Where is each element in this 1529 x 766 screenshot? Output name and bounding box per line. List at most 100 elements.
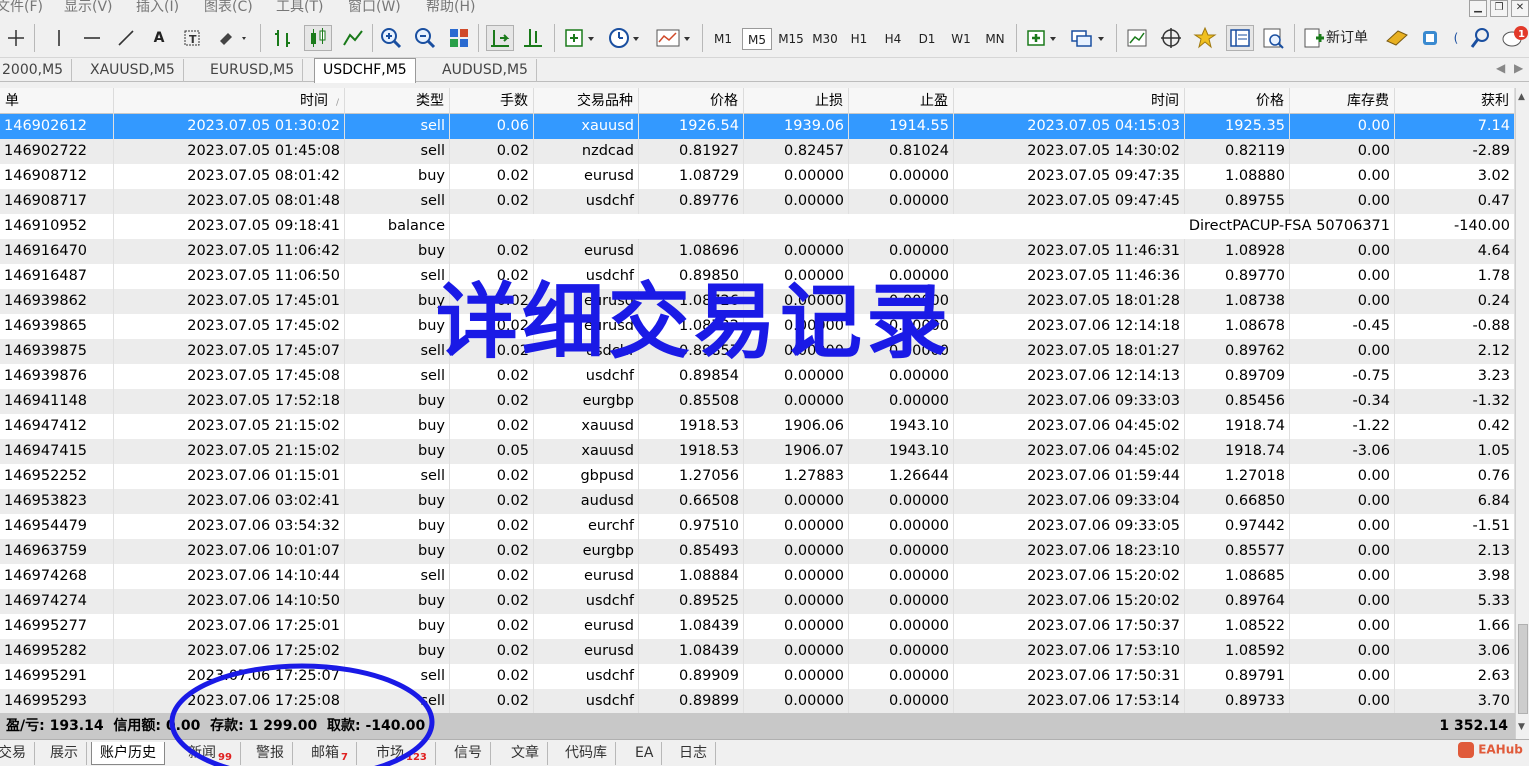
menu-charts[interactable]: 图表(C) <box>204 0 253 16</box>
timeframe-mn[interactable]: MN <box>980 28 1010 50</box>
table-row[interactable]: 146995293 2023.07.06 17:25:08 sell 0.02 usdc… <box>0 689 1515 714</box>
timeframe-m1[interactable]: M1 <box>708 28 738 50</box>
menu-tools[interactable]: 工具(T) <box>276 0 323 16</box>
bottom-tab[interactable]: 邮箱 7 <box>303 742 357 765</box>
timeframe-d1[interactable]: D1 <box>912 28 942 50</box>
scroll-thumb[interactable] <box>1518 624 1528 714</box>
scroll-up-icon[interactable]: ▲ <box>1518 92 1525 102</box>
col-tp[interactable]: 止盈 <box>849 88 954 114</box>
timeframe-m15[interactable]: M15 <box>776 28 806 50</box>
chart-tab[interactable]: XAUUSD,M5 <box>82 59 184 82</box>
bottom-tab[interactable]: 交易 <box>0 742 35 765</box>
col-open-price[interactable]: 价格 <box>639 88 744 114</box>
new-chart-icon[interactable] <box>1024 25 1060 51</box>
menu-view[interactable]: 显示(V) <box>64 0 113 16</box>
col-profit[interactable]: 获利 <box>1395 88 1515 114</box>
candlestick-icon[interactable] <box>304 25 332 51</box>
timeframe-h4[interactable]: H4 <box>878 28 908 50</box>
menu-insert[interactable]: 插入(I) <box>136 0 179 16</box>
col-symbol[interactable]: 交易品种 <box>534 88 639 114</box>
chat-icon[interactable]: 1 <box>1500 25 1529 51</box>
bottom-tab[interactable]: 市场 123 <box>368 742 436 765</box>
scroll-down-icon[interactable]: ▼ <box>1518 722 1525 732</box>
bottom-tab[interactable]: 新闻 99 <box>180 742 241 765</box>
text-tool-icon[interactable]: A <box>148 25 170 51</box>
strategy-tester-icon[interactable] <box>1260 25 1286 51</box>
bottom-tab[interactable]: 警报 <box>248 742 293 765</box>
table-row[interactable]: 146910952 2023.07.05 09:18:41 balance Direc… <box>0 214 1515 239</box>
table-row[interactable]: 146916470 2023.07.05 11:06:42 buy 0.02 eurus… <box>0 239 1515 264</box>
bottom-tab[interactable]: 文章 <box>503 742 548 765</box>
periods-dropdown-icon[interactable] <box>606 25 642 51</box>
table-row[interactable]: 146947415 2023.07.05 21:15:02 buy 0.05 xauus… <box>0 439 1515 464</box>
bottom-tab[interactable]: 账户历史 <box>91 742 165 765</box>
table-row[interactable]: 146995291 2023.07.06 17:25:07 sell 0.02 usdc… <box>0 664 1515 689</box>
indicators-dropdown-icon[interactable] <box>562 25 598 51</box>
trendline-icon[interactable] <box>114 25 138 51</box>
col-order[interactable]: 单 <box>0 88 114 114</box>
menu-help[interactable]: 帮助(H) <box>426 0 475 16</box>
table-row[interactable]: 146953823 2023.07.06 03:02:41 buy 0.02 audus… <box>0 489 1515 514</box>
col-open-time[interactable]: 时间 / <box>114 88 345 114</box>
col-type[interactable]: 类型 <box>345 88 450 114</box>
table-row[interactable]: 146902722 2023.07.05 01:45:08 sell 0.02 nzdc… <box>0 139 1515 164</box>
bottom-tab[interactable]: 日志 <box>671 742 716 765</box>
table-row[interactable]: 146954479 2023.07.06 03:54:32 buy 0.02 eurch… <box>0 514 1515 539</box>
menu-file[interactable]: 文件(F) <box>0 0 43 16</box>
line-chart-icon[interactable] <box>340 25 366 51</box>
timeframe-m30[interactable]: M30 <box>810 28 840 50</box>
new-order-button[interactable]: 新订单 <box>1302 25 1380 51</box>
table-row[interactable]: 146941148 2023.07.05 17:52:18 buy 0.02 eurgb… <box>0 389 1515 414</box>
bar-chart-icon[interactable] <box>270 25 296 51</box>
bottom-tab[interactable]: 展示 <box>42 742 87 765</box>
signals-icon[interactable] <box>1418 25 1444 51</box>
table-row[interactable]: 146995282 2023.07.06 17:25:02 buy 0.02 eurus… <box>0 639 1515 664</box>
arrows-dropdown-icon[interactable] <box>214 25 250 51</box>
bottom-tab[interactable]: 代码库 <box>557 742 616 765</box>
table-row[interactable]: 146974274 2023.07.06 14:10:50 buy 0.02 usdch… <box>0 589 1515 614</box>
col-sl[interactable]: 止损 <box>744 88 849 114</box>
tab-scroll-left-icon[interactable]: ◀ <box>1496 61 1505 75</box>
zoom-out-icon[interactable] <box>412 25 438 51</box>
text-label-icon[interactable]: T <box>180 25 204 51</box>
crosshair-icon[interactable] <box>4 25 28 51</box>
terminal-icon[interactable] <box>1226 25 1254 51</box>
timeframe-h1[interactable]: H1 <box>844 28 874 50</box>
profiles-dropdown-icon[interactable] <box>1068 25 1108 51</box>
table-row[interactable]: 146952252 2023.07.06 01:15:01 sell 0.02 gbpu… <box>0 464 1515 489</box>
table-row[interactable]: 146963759 2023.07.06 10:01:07 buy 0.02 eurgb… <box>0 539 1515 564</box>
table-row-selected[interactable]: 146902612 2023.07.05 01:30:02 sell 0.06 xauu… <box>0 114 1515 139</box>
market-watch-icon[interactable] <box>1124 25 1150 51</box>
zoom-in-icon[interactable] <box>378 25 404 51</box>
data-window-icon[interactable] <box>1158 25 1184 51</box>
col-swap[interactable]: 库存费 <box>1290 88 1395 114</box>
table-row[interactable]: 146974268 2023.07.06 14:10:44 sell 0.02 euru… <box>0 564 1515 589</box>
col-lots[interactable]: 手数 <box>450 88 534 114</box>
col-close-time[interactable]: 时间 <box>954 88 1185 114</box>
expert-advisors-icon[interactable] <box>1384 25 1410 51</box>
horizontal-line-icon[interactable] <box>80 25 104 51</box>
table-row[interactable]: 146947412 2023.07.05 21:15:02 buy 0.02 xauus… <box>0 414 1515 439</box>
table-row[interactable]: 146908717 2023.07.05 08:01:48 sell 0.02 usdc… <box>0 189 1515 214</box>
restore-icon[interactable]: ❐ <box>1490 0 1508 17</box>
table-row[interactable]: 146995277 2023.07.06 17:25:01 buy 0.02 eurus… <box>0 614 1515 639</box>
minimize-icon[interactable]: ▁ <box>1469 0 1487 17</box>
timeframe-m5[interactable]: M5 <box>742 28 772 50</box>
table-row[interactable]: 146908712 2023.07.05 08:01:42 buy 0.02 eurus… <box>0 164 1515 189</box>
chart-tab-active[interactable]: USDCHF,M5 <box>314 58 416 83</box>
chart-tab[interactable]: AUDUSD,M5 <box>434 59 537 82</box>
timeframe-w1[interactable]: W1 <box>946 28 976 50</box>
chart-shift-icon[interactable] <box>520 25 548 51</box>
auto-scroll-icon[interactable] <box>486 25 514 51</box>
bottom-tab[interactable]: 信号 <box>446 742 491 765</box>
search-icon[interactable] <box>1468 25 1494 51</box>
col-close-price[interactable]: 价格 <box>1185 88 1290 114</box>
vertical-line-icon[interactable] <box>48 25 70 51</box>
chart-tab[interactable]: 2000,M5 <box>0 59 73 82</box>
tab-scroll-right-icon[interactable]: ▶ <box>1514 61 1523 75</box>
chart-tab[interactable]: EURUSD,M5 <box>202 59 304 82</box>
templates-dropdown-icon[interactable] <box>654 25 694 51</box>
navigator-icon[interactable] <box>1192 25 1218 51</box>
menu-window[interactable]: 窗口(W) <box>348 0 401 16</box>
tile-windows-icon[interactable] <box>446 25 472 51</box>
